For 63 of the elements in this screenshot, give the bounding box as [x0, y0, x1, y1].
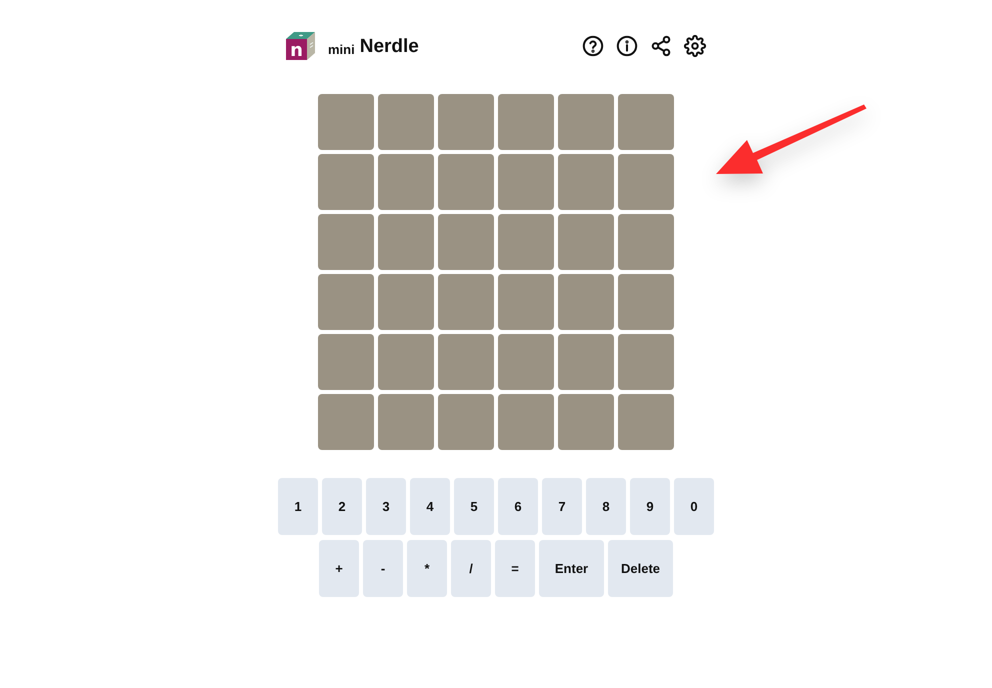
tile — [558, 274, 614, 330]
tile — [558, 394, 614, 450]
tile — [378, 394, 434, 450]
keyboard-key[interactable]: 2 — [322, 478, 362, 535]
tile — [318, 154, 374, 210]
keyboard-key[interactable]: / — [451, 540, 491, 597]
info-button[interactable] — [616, 35, 638, 57]
share-icon — [650, 35, 672, 57]
help-icon — [582, 35, 604, 57]
tile — [558, 94, 614, 150]
keyboard-key[interactable]: 7 — [542, 478, 582, 535]
tile — [618, 274, 674, 330]
tile — [558, 334, 614, 390]
tile — [618, 94, 674, 150]
settings-icon — [684, 35, 706, 57]
share-button[interactable] — [650, 35, 672, 57]
tile — [498, 214, 554, 270]
tile — [438, 214, 494, 270]
tile — [378, 214, 434, 270]
info-icon — [616, 35, 638, 57]
tile — [438, 94, 494, 150]
action-key[interactable]: Enter — [539, 540, 604, 597]
keyboard-key[interactable]: 3 — [366, 478, 406, 535]
settings-button[interactable] — [684, 35, 706, 57]
tile — [318, 334, 374, 390]
tile — [378, 154, 434, 210]
help-button[interactable] — [582, 35, 604, 57]
tile — [558, 154, 614, 210]
tile — [438, 334, 494, 390]
tile — [498, 274, 554, 330]
keyboard-key[interactable]: + — [319, 540, 359, 597]
keyboard-key[interactable]: 6 — [498, 478, 538, 535]
keyboard-key[interactable]: 4 — [410, 478, 450, 535]
tile — [498, 394, 554, 450]
tile — [498, 94, 554, 150]
tile — [618, 154, 674, 210]
tile — [318, 394, 374, 450]
tile — [618, 214, 674, 270]
keyboard-key[interactable]: 9 — [630, 478, 670, 535]
tile — [618, 394, 674, 450]
tile — [438, 394, 494, 450]
tile — [438, 154, 494, 210]
action-key[interactable]: Delete — [608, 540, 673, 597]
tile — [378, 94, 434, 150]
tile — [618, 334, 674, 390]
tile — [498, 154, 554, 210]
keyboard-key[interactable]: 0 — [674, 478, 714, 535]
tile — [318, 274, 374, 330]
keyboard-key[interactable]: - — [363, 540, 403, 597]
app-title-prefix: mini — [328, 42, 355, 56]
app-title: Nerdle — [360, 36, 419, 58]
tile — [318, 94, 374, 150]
keyboard-key[interactable]: 5 — [454, 478, 494, 535]
keyboard-key[interactable]: 8 — [586, 478, 626, 535]
keyboard-key[interactable]: = — [495, 540, 535, 597]
tile — [378, 274, 434, 330]
keyboard-key[interactable]: * — [407, 540, 447, 597]
keyboard-key[interactable]: 1 — [278, 478, 318, 535]
tile — [558, 214, 614, 270]
tile — [498, 334, 554, 390]
tile — [318, 214, 374, 270]
tile — [438, 274, 494, 330]
tile — [378, 334, 434, 390]
